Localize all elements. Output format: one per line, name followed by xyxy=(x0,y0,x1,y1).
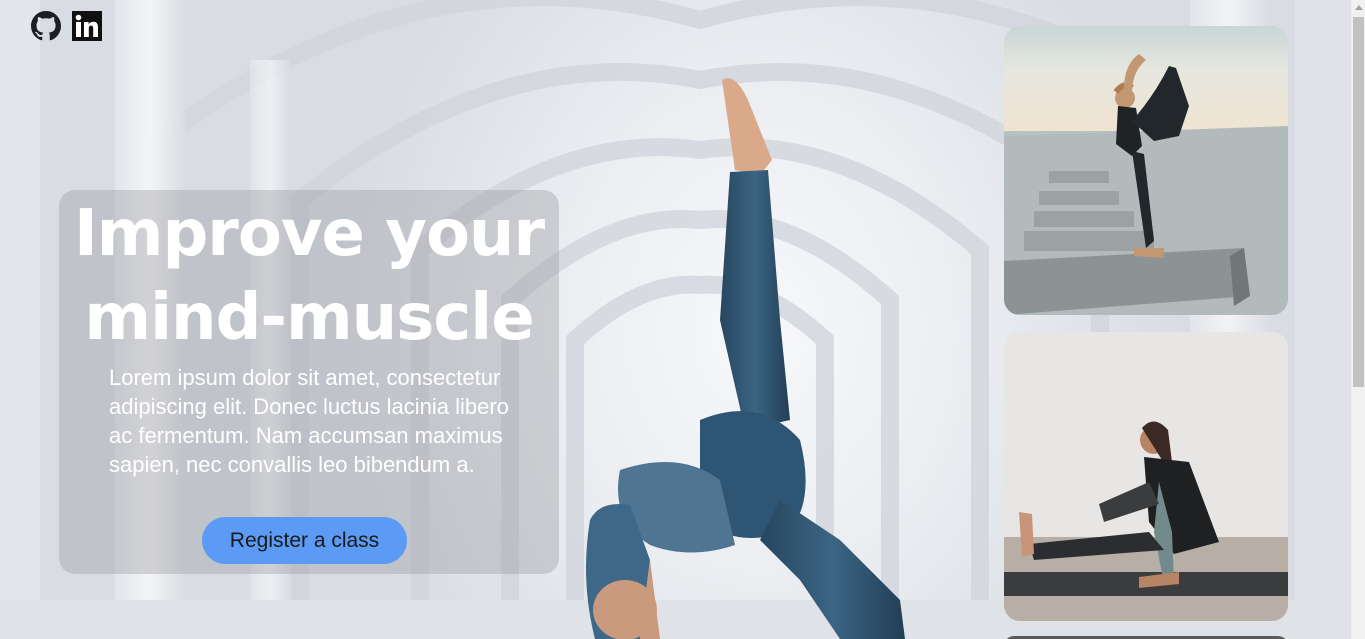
yoga-photo-seated-balance xyxy=(1004,332,1288,621)
yoga-photo-dancer-pose xyxy=(1004,26,1288,315)
github-icon xyxy=(31,11,61,41)
linkedin-icon xyxy=(72,11,102,41)
social-links xyxy=(31,11,102,41)
hero-title: Improve your mind-muscle xyxy=(73,197,545,355)
yoga-photo-card-seated-balance xyxy=(1004,332,1288,621)
hero-card: Improve your mind-muscle Lorem ipsum dol… xyxy=(59,190,559,574)
yoga-photo-card-dancer-pose xyxy=(1004,26,1288,315)
register-class-button[interactable]: Register a class xyxy=(202,517,407,564)
linkedin-link[interactable] xyxy=(72,11,102,41)
page-scrollbar[interactable] xyxy=(1350,0,1365,639)
github-link[interactable] xyxy=(31,11,61,41)
scroll-up-arrow-icon[interactable] xyxy=(1351,0,1365,15)
scrollbar-thumb[interactable] xyxy=(1353,17,1364,387)
hero-description: Lorem ipsum dolor sit amet, consectetur … xyxy=(109,365,509,477)
